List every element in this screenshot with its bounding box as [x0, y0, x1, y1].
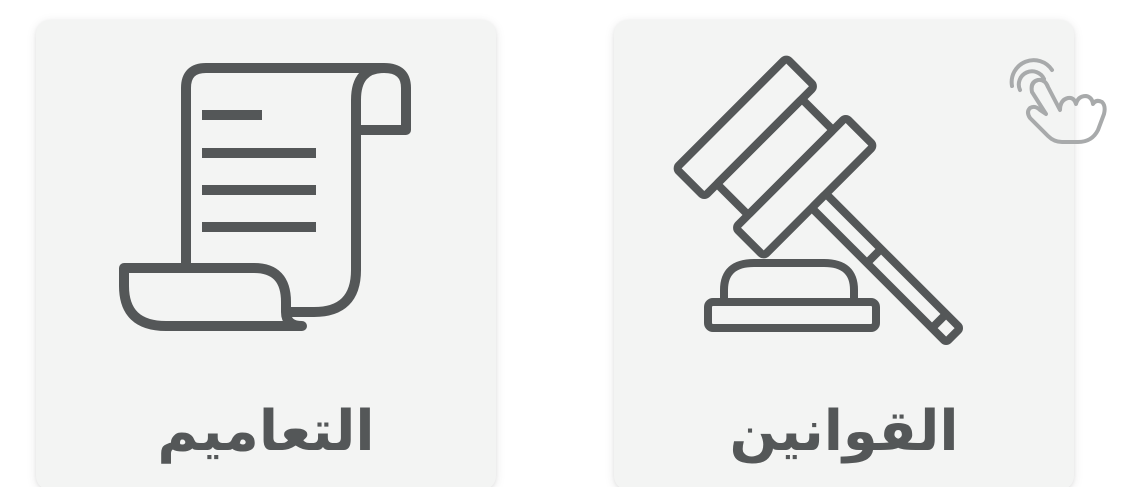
- circulars-label: التعاميم: [157, 399, 375, 464]
- tap-gesture-icon: [1009, 58, 1107, 144]
- scroll-document-icon: [119, 63, 411, 331]
- page: التعاميم القوانين: [0, 0, 1143, 487]
- laws-label: القوانين: [729, 399, 959, 464]
- circulars-card[interactable]: التعاميم: [36, 20, 496, 487]
